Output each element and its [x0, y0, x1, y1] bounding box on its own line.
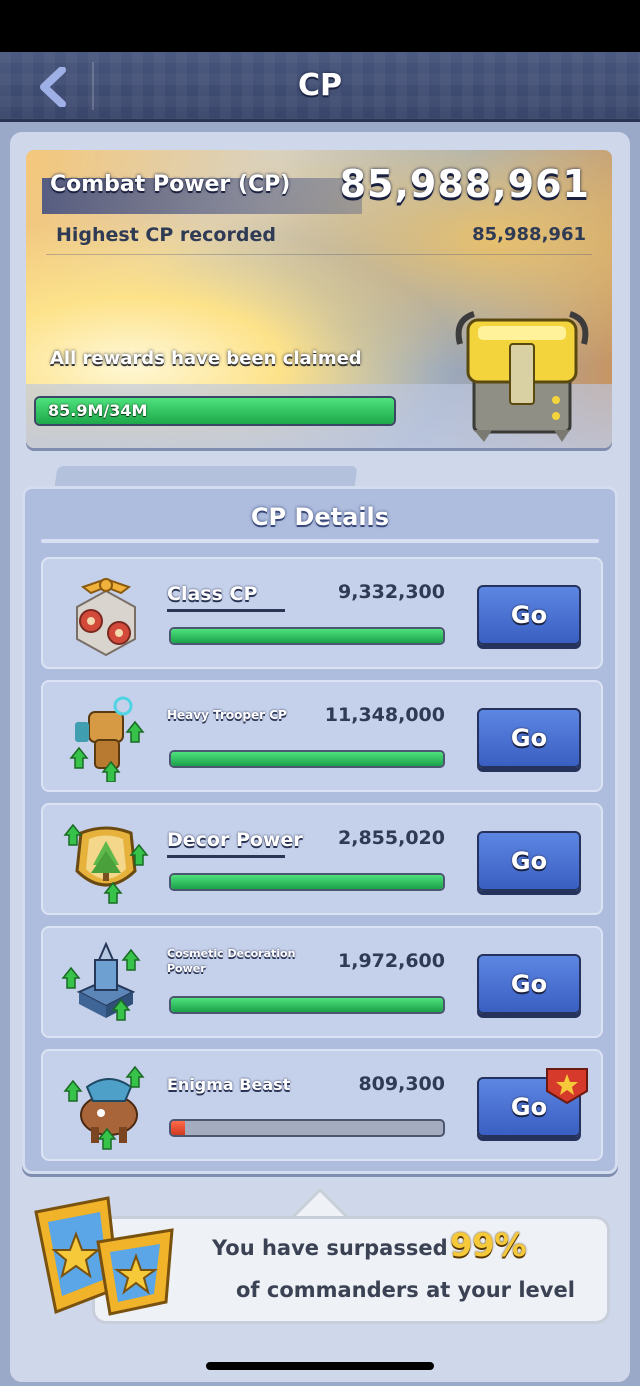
go-button-heavy-trooper[interactable]: Go: [477, 708, 581, 768]
go-button-cosmetic-decoration[interactable]: Go: [477, 954, 581, 1014]
cp-row-cosmetic-decoration: Cosmetic Decoration Power 1,972,600 Go: [41, 926, 603, 1038]
row-label: Decor Power: [167, 829, 303, 851]
surpass-subtext: of commanders at your level: [236, 1278, 575, 1302]
rewards-status: All rewards have been claimed: [50, 348, 362, 369]
go-label: Go: [510, 1093, 548, 1121]
class-emblem-icon: [76, 577, 136, 657]
screen: CP Combat Power (CP) 85,988,961 Highest …: [0, 0, 640, 1386]
cp-row-heavy-trooper: Heavy Trooper CP 11,348,000 Go: [41, 680, 603, 792]
star-badge-icon: [546, 1068, 588, 1105]
row-value: 9,332,300: [338, 581, 445, 603]
cp-banner: Combat Power (CP) 85,988,961 Highest CP …: [26, 150, 612, 448]
go-button-class-cp[interactable]: Go: [477, 585, 581, 645]
enigma-beast-icon: [63, 1065, 145, 1150]
cp-row-class: Class CP 9,332,300 Go: [41, 557, 603, 669]
star-medal-icon: [34, 1196, 174, 1316]
cp-details-panel: CP Details Class CP 9,332,300 Go Heavy T…: [22, 486, 618, 1174]
cp-row-decor-power: Decor Power 2,855,020 Go: [41, 803, 603, 915]
header: CP: [0, 52, 640, 122]
highest-cp-label: Highest CP recorded: [56, 224, 276, 246]
cp-details-title: CP Details: [250, 503, 390, 531]
home-indicator[interactable]: [206, 1362, 434, 1370]
combat-power-value: 85,988,961: [339, 162, 590, 206]
row-label: Class CP: [167, 583, 258, 605]
row-label: Enigma Beast: [167, 1075, 291, 1094]
row-progress-bar: [169, 627, 445, 645]
reward-chest-icon[interactable]: [444, 304, 594, 444]
cp-progress-label: 85.9M/34M: [48, 401, 148, 420]
go-label: Go: [510, 724, 548, 752]
row-value: 1,972,600: [338, 950, 445, 972]
heavy-trooper-icon: [69, 696, 145, 782]
highest-cp-value: 85,988,961: [472, 224, 586, 245]
row-label: Cosmetic Decoration Power: [167, 947, 296, 975]
go-button-decor-power[interactable]: Go: [477, 831, 581, 891]
cosmetic-tower-icon: [61, 941, 141, 1021]
go-label: Go: [510, 847, 548, 875]
row-progress-fill: [171, 752, 443, 766]
row-value: 809,300: [358, 1073, 445, 1095]
row-progress-fill: [171, 875, 443, 889]
row-progress-bar: [169, 996, 445, 1014]
surpass-percent: 99%: [450, 1226, 527, 1264]
row-progress-bar: [169, 750, 445, 768]
row-value: 2,855,020: [338, 827, 445, 849]
row-value: 11,348,000: [324, 704, 445, 726]
cp-row-enigma-beast: Enigma Beast 809,300 Go: [41, 1049, 603, 1161]
surpass-text: You have surpassed: [212, 1236, 448, 1260]
row-progress-bar: [169, 873, 445, 891]
row-progress-fill: [171, 998, 443, 1012]
page-title: CP: [297, 68, 342, 103]
row-label: Heavy Trooper CP: [167, 708, 287, 722]
go-label: Go: [510, 601, 548, 629]
decor-badge-icon: [63, 823, 149, 904]
row-progress-bar: [169, 1119, 445, 1137]
go-label: Go: [510, 970, 548, 998]
row-progress-fill: [171, 1121, 185, 1135]
status-bar: [0, 0, 640, 52]
row-progress-fill: [171, 629, 443, 643]
combat-power-title: Combat Power (CP): [50, 172, 291, 197]
cp-progress-bar: 85.9M/34M: [34, 396, 396, 426]
